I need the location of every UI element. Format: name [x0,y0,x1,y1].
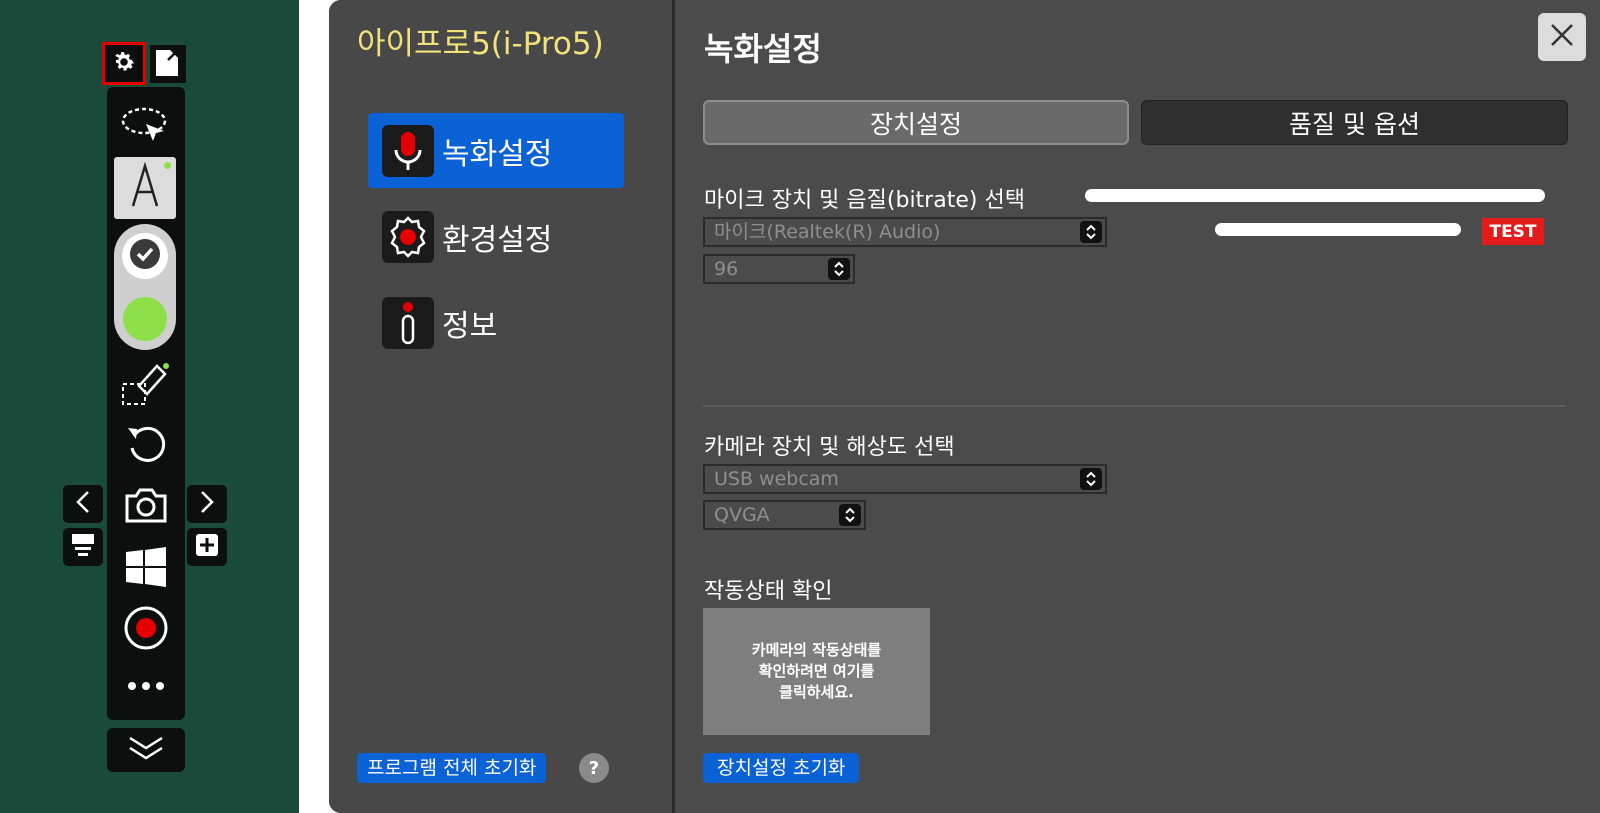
nav-item-label: 정보 [442,308,498,344]
settings-button[interactable] [102,42,146,85]
color-swatch-icon[interactable] [123,297,167,341]
help-button[interactable]: ? [579,753,609,783]
chevron-updown-icon [839,504,861,526]
prev-page-icon [75,490,91,518]
camera-icon [124,486,168,528]
gear-record-icon [382,210,434,263]
bitrate-select[interactable]: 96 [703,254,855,284]
resolution-select[interactable]: QVGA [703,500,866,530]
close-button[interactable] [1538,13,1586,61]
camera-device-value: USB webcam [714,468,839,490]
next-page-icon [199,490,215,518]
lasso-select-button[interactable] [115,103,177,151]
prev-page-button[interactable] [63,485,103,523]
app-name: 아이프로5(i-Pro5) [357,26,604,62]
bitrate-value: 96 [714,258,739,280]
info-icon [382,296,434,349]
record-icon [123,605,169,655]
camera-device-select[interactable]: USB webcam [703,464,1107,494]
text-tool-button[interactable] [114,157,176,219]
tab-quality-options[interactable]: 품질 및 옵션 [1141,100,1568,145]
reset-all-button[interactable]: 프로그램 전체 초기화 [357,753,547,783]
text-icon [125,161,165,214]
close-icon [1549,22,1575,52]
settings-icon [111,49,137,79]
eraser-button[interactable] [115,357,177,413]
preview-text-line: 카메라의 작동상태를 [751,641,882,659]
nav-item-label: 녹화설정 [442,136,553,172]
status-section-label: 작동상태 확인 [704,579,833,604]
mic-device-value: 마이크(Realtek(R) Audio) [714,221,941,243]
eraser-icon [119,356,173,414]
active-indicator [164,162,171,169]
page-title: 녹화설정 [704,30,822,68]
collapse-icon [126,734,166,766]
add-page-button[interactable] [187,528,227,566]
more-icon [126,676,166,695]
undo-button[interactable] [115,420,177,472]
export-button[interactable] [150,45,186,83]
resolution-value: QVGA [714,504,770,526]
nav-item-info[interactable]: 정보 [368,285,624,360]
chevron-updown-icon [1080,468,1102,490]
tab-device-settings[interactable]: 장치설정 [703,100,1129,145]
lasso-select-icon [120,104,172,150]
test-button[interactable]: TEST [1482,218,1544,245]
camera-button[interactable] [115,481,177,533]
mic-device-select[interactable]: 마이크(Realtek(R) Audio) [703,217,1107,247]
record-button[interactable] [115,604,177,656]
camera-preview-area[interactable]: 카메라의 작동상태를 확인하려면 여기를 클릭하세요. [703,608,930,735]
next-page-button[interactable] [187,485,227,523]
reset-device-button[interactable]: 장치설정 초기화 [703,753,860,783]
check-icon [129,238,161,274]
undo-icon [124,422,168,470]
collapse-button[interactable] [107,728,185,772]
pen-color-group [114,224,176,350]
chevron-updown-icon [828,258,850,280]
board-icon [70,532,96,562]
microphone-icon [382,124,434,177]
floating-toolbar [107,87,185,720]
chevron-updown-icon [1080,221,1102,243]
test-level-bar [1215,223,1461,236]
more-button[interactable] [115,667,177,703]
board-button[interactable] [63,528,103,566]
mic-section-label: 마이크 장치 및 음질(bitrate) 선택 [704,188,1025,213]
camera-section-label: 카메라 장치 및 해상도 선택 [704,435,955,460]
preview-text-line: 클릭하세요. [779,683,854,701]
export-icon [154,46,182,82]
confirm-check-button[interactable] [122,233,168,279]
preview-text-line: 확인하려면 여기를 [758,662,875,680]
windows-button[interactable] [115,543,177,595]
section-divider [703,405,1565,407]
mic-level-bar [1085,189,1545,202]
add-page-icon [194,532,220,562]
nav-item-preferences[interactable]: 환경설정 [368,199,624,274]
nav-item-recording-settings[interactable]: 녹화설정 [368,113,624,188]
windows-icon [125,546,167,592]
nav-item-label: 환경설정 [442,222,553,258]
